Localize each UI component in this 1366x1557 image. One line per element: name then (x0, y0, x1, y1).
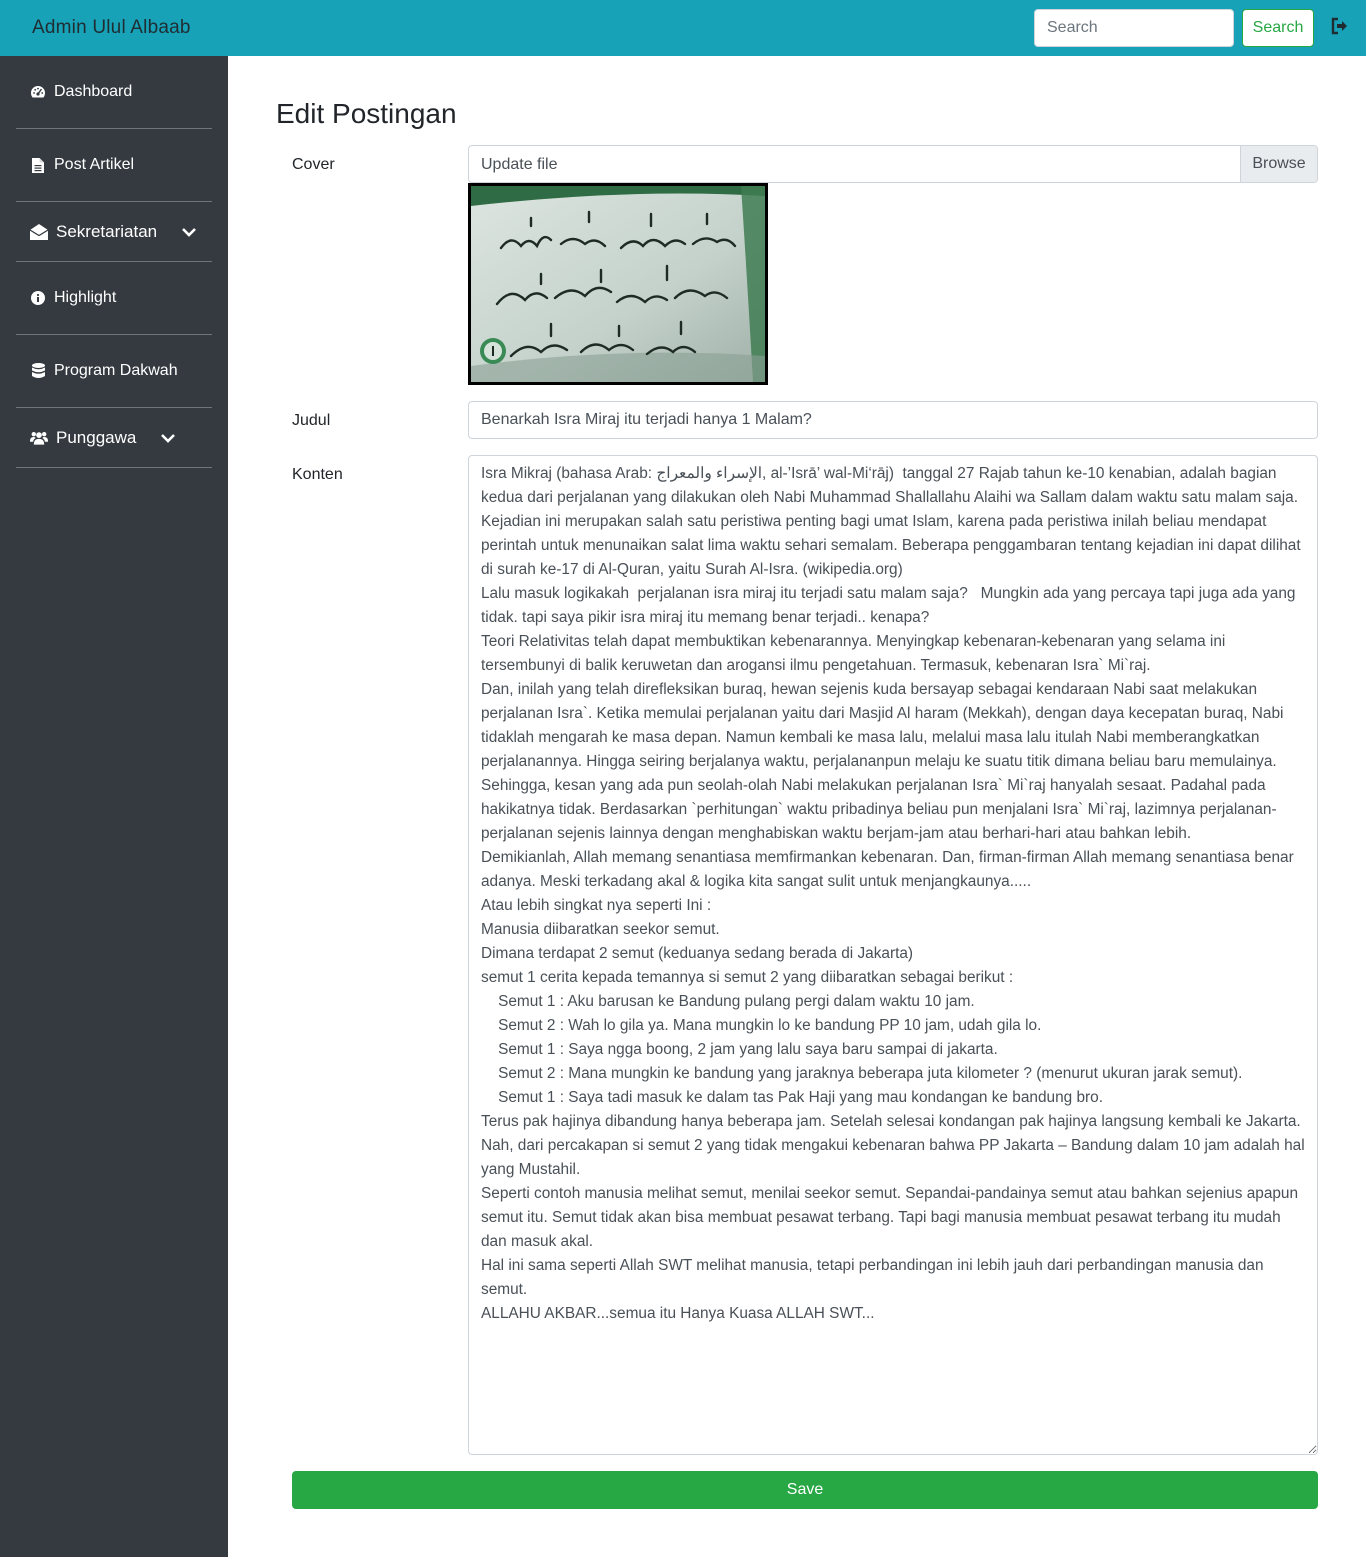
cover-image (468, 183, 768, 385)
top-navbar: Admin Ulul Albaab Search (0, 0, 1366, 56)
tachometer-icon (30, 84, 46, 100)
brand-title[interactable]: Admin Ulul Albaab (32, 17, 191, 39)
sidebar-item-sekretariatan[interactable]: Sekretariatan (16, 202, 212, 262)
file-input-text: Update file (481, 156, 558, 173)
sidebar-item-highlight[interactable]: Highlight (16, 262, 212, 335)
info-circle-icon (30, 290, 46, 306)
cover-file-input[interactable]: Update file Browse (468, 145, 1318, 183)
envelope-open-icon (30, 223, 48, 240)
sidebar-item-label: Punggawa (56, 427, 137, 447)
chevron-down-icon[interactable] (181, 224, 197, 240)
konten-label: Konten (292, 466, 343, 483)
judul-label: Judul (292, 412, 331, 429)
page-title: Edit Postingan (276, 98, 457, 129)
sidebar-item-dashboard[interactable]: Dashboard (16, 56, 212, 129)
save-button[interactable]: Save (292, 1471, 1318, 1509)
sidebar-item-program-dakwah[interactable]: Program Dakwah (16, 335, 212, 408)
sidebar: Dashboard Post Artikel Sekretariatan Hig… (0, 56, 228, 1557)
sidebar-item-label: Highlight (54, 289, 117, 306)
sidebar-item-label: Post Artikel (54, 156, 135, 173)
users-icon (30, 430, 48, 446)
sidebar-item-punggawa[interactable]: Punggawa (16, 408, 212, 468)
sidebar-item-post-artikel[interactable]: Post Artikel (16, 129, 212, 202)
sign-out-icon[interactable] (1330, 16, 1350, 36)
database-icon (30, 363, 46, 379)
chevron-down-icon[interactable] (160, 430, 176, 446)
file-icon (30, 157, 46, 173)
search-input[interactable] (1034, 9, 1234, 47)
sidebar-item-label: Sekretariatan (56, 221, 158, 241)
sidebar-item-label: Program Dakwah (54, 362, 178, 379)
judul-input[interactable] (468, 401, 1318, 439)
konten-textarea[interactable]: Isra Mikraj (bahasa Arab: الإسراء والمعر… (468, 455, 1318, 1455)
browse-button[interactable]: Browse (1240, 146, 1317, 182)
search-button[interactable]: Search (1242, 9, 1314, 47)
main-content: Edit Postingan Cover Update file Browse (228, 56, 1366, 1557)
sidebar-item-label: Dashboard (54, 83, 133, 100)
cover-label: Cover (292, 156, 335, 173)
